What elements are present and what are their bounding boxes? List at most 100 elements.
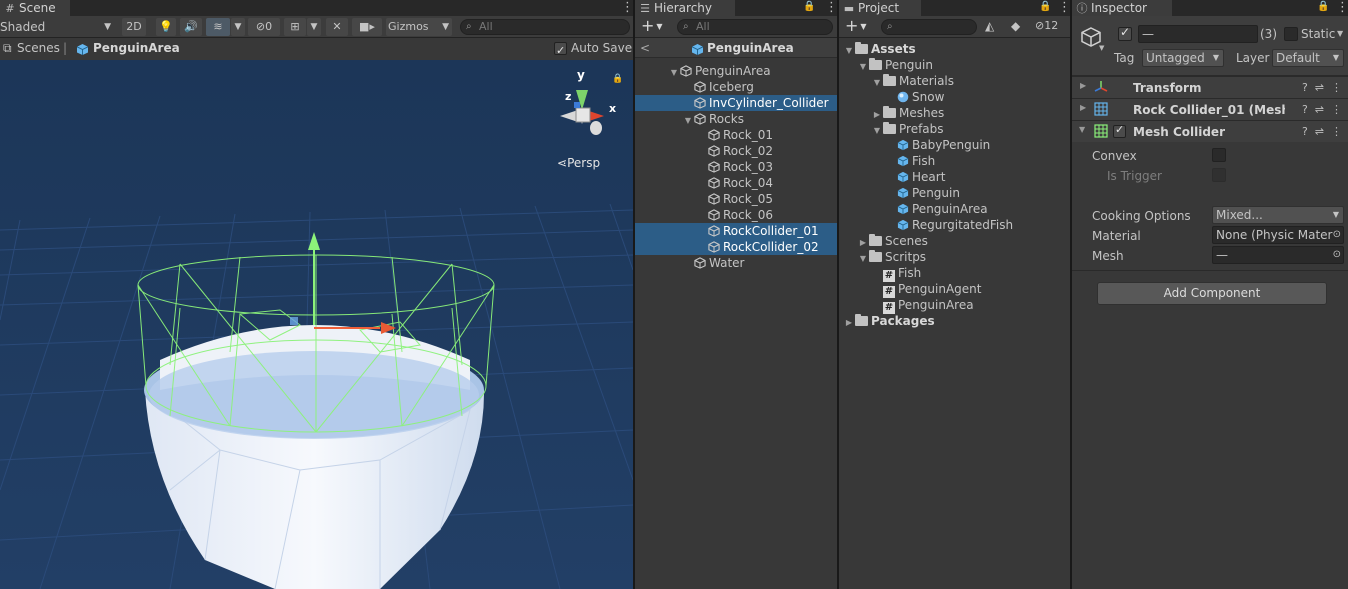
- component-mesh-collider[interactable]: ▼ ✓ Mesh Collider ? ⇌ ⋮: [1072, 120, 1348, 142]
- add-object-button[interactable]: + ▼: [641, 17, 663, 36]
- kebab-icon[interactable]: ⋮: [1331, 125, 1342, 138]
- back-arrow-icon[interactable]: <: [640, 38, 650, 58]
- tag-dropdown[interactable]: Untagged ▼: [1142, 49, 1224, 67]
- foldout-open-icon[interactable]: ▼: [857, 251, 869, 267]
- presets-icon[interactable]: ⇌: [1315, 125, 1324, 138]
- breadcrumb-current[interactable]: PenguinArea: [93, 38, 180, 59]
- cooking-options-dropdown[interactable]: Mixed... ▼: [1212, 206, 1344, 224]
- toggle-2d-button[interactable]: 2D: [122, 18, 146, 36]
- create-asset-button[interactable]: + ▼: [845, 17, 867, 36]
- project-item[interactable]: ▼ Prefabs: [871, 121, 944, 137]
- lock-icon[interactable]: 🔒: [803, 1, 815, 12]
- camera-icon[interactable]: ■▸: [352, 18, 382, 36]
- hidden-packages-toggle[interactable]: ⊘12: [1035, 19, 1058, 32]
- tab-inspector[interactable]: ⓘ Inspector: [1072, 0, 1172, 16]
- lock-icon[interactable]: 🔒: [612, 74, 623, 84]
- convex-checkbox[interactable]: [1212, 148, 1226, 162]
- project-item[interactable]: Fish: [885, 153, 935, 169]
- audio-toggle-icon[interactable]: 🔊: [180, 18, 202, 36]
- project-item[interactable]: ▼ Penguin: [857, 57, 933, 73]
- project-item[interactable]: ▼ Materials: [871, 73, 954, 89]
- hierarchy-item[interactable]: Rock_03: [696, 159, 773, 175]
- shading-mode-dropdown[interactable]: Shaded ▼: [0, 18, 116, 36]
- foldout-open-icon[interactable]: ▼: [857, 59, 869, 75]
- foldout-open-icon[interactable]: ▼: [668, 65, 680, 81]
- project-item[interactable]: ▼ Scritps: [857, 249, 926, 265]
- project-item[interactable]: Heart: [885, 169, 945, 185]
- project-search-input[interactable]: ⌕: [881, 19, 977, 35]
- help-icon[interactable]: ?: [1302, 81, 1308, 94]
- hierarchy-item[interactable]: Iceberg: [682, 79, 754, 95]
- tab-scene[interactable]: # Scene: [0, 0, 70, 16]
- hierarchy-item[interactable]: Rock_05: [696, 191, 773, 207]
- hierarchy-item[interactable]: Rock_02: [696, 143, 773, 159]
- hierarchy-item[interactable]: RockCollider_02: [696, 239, 819, 255]
- hierarchy-menu-icon[interactable]: ⋮: [825, 0, 837, 16]
- effects-toggle-icon[interactable]: ≋: [206, 18, 230, 36]
- lock-icon[interactable]: 🔒: [1317, 1, 1329, 12]
- project-item[interactable]: ▶ Packages: [843, 313, 935, 329]
- help-icon[interactable]: ?: [1302, 103, 1308, 116]
- grid-toggle-icon[interactable]: ⊞: [284, 18, 306, 36]
- scene-menu-icon[interactable]: ⋮: [621, 0, 633, 16]
- lighting-toggle-icon[interactable]: 💡: [156, 18, 176, 36]
- autosave-checkbox[interactable]: ✓: [554, 42, 567, 57]
- project-menu-icon[interactable]: ⋮: [1058, 0, 1070, 16]
- lock-icon[interactable]: 🔒: [1039, 1, 1051, 12]
- persp-toggle[interactable]: ⋖Persp: [557, 156, 600, 170]
- presets-icon[interactable]: ⇌: [1315, 81, 1324, 94]
- tools-icon[interactable]: ✕: [326, 18, 348, 36]
- active-checkbox[interactable]: ✓: [1118, 25, 1132, 41]
- hierarchy-item[interactable]: Rock_01: [696, 127, 773, 143]
- tab-project[interactable]: ▬ Project: [839, 0, 921, 16]
- project-item[interactable]: Penguin: [885, 185, 960, 201]
- hierarchy-item[interactable]: Rock_06: [696, 207, 773, 223]
- scene-viewport[interactable]: y z x 🔒 ⋖Persp: [0, 60, 633, 589]
- hierarchy-item[interactable]: ▼ PenguinArea: [668, 63, 771, 79]
- project-item[interactable]: ▶ Meshes: [871, 105, 944, 121]
- static-checkbox[interactable]: [1284, 27, 1298, 41]
- object-name-field[interactable]: —: [1138, 25, 1258, 43]
- hierarchy-item[interactable]: Rock_04: [696, 175, 773, 191]
- hierarchy-item[interactable]: Water: [682, 255, 744, 271]
- hierarchy-item[interactable]: InvCylinder_Collider: [682, 95, 829, 111]
- foldout-open-icon[interactable]: ▼: [871, 123, 883, 139]
- layer-dropdown[interactable]: Default ▼: [1272, 49, 1344, 67]
- foldout-closed-icon[interactable]: ▶: [843, 315, 855, 331]
- kebab-icon[interactable]: ⋮: [1331, 103, 1342, 116]
- grid-dropdown-icon[interactable]: ▼: [307, 18, 321, 36]
- presets-icon[interactable]: ⇌: [1315, 103, 1324, 116]
- foldout-open-icon[interactable]: ▼: [871, 75, 883, 91]
- gizmos-dropdown[interactable]: Gizmos ▼: [386, 18, 452, 36]
- object-picker-icon[interactable]: ⊙: [1332, 227, 1341, 243]
- project-item[interactable]: RegurgitatedFish: [885, 217, 1013, 233]
- project-item[interactable]: PenguinArea: [885, 201, 988, 217]
- kebab-icon[interactable]: ⋮: [1331, 81, 1342, 94]
- chevron-down-icon[interactable]: ▼: [1099, 44, 1104, 52]
- chevron-down-icon[interactable]: ▼: [1337, 29, 1343, 38]
- add-component-button[interactable]: Add Component: [1097, 282, 1327, 305]
- mesh-field[interactable]: — ⊙: [1212, 246, 1344, 264]
- project-item[interactable]: # PenguinArea: [871, 297, 974, 314]
- hierarchy-item[interactable]: ▼ Rocks: [682, 111, 744, 127]
- effects-dropdown-icon[interactable]: ▼: [231, 18, 245, 36]
- project-item[interactable]: BabyPenguin: [885, 137, 990, 153]
- foldout-open-icon[interactable]: ▼: [682, 113, 694, 129]
- orientation-gizmo[interactable]: y z x: [548, 66, 620, 146]
- foldout-open-icon[interactable]: ▼: [843, 43, 855, 59]
- tab-hierarchy[interactable]: ☰ Hierarchy: [635, 0, 735, 16]
- inspector-menu-icon[interactable]: ⋮: [1336, 0, 1348, 16]
- hierarchy-search-input[interactable]: ⌕ All: [677, 19, 833, 35]
- project-item[interactable]: # Fish: [871, 265, 921, 282]
- help-icon[interactable]: ?: [1302, 125, 1308, 138]
- project-item[interactable]: # PenguinAgent: [871, 281, 981, 298]
- object-picker-icon[interactable]: ⊙: [1333, 247, 1341, 263]
- component-transform[interactable]: ▶ Transform ? ⇌ ⋮: [1072, 76, 1348, 98]
- breadcrumb-scenes[interactable]: Scenes: [17, 38, 60, 59]
- hierarchy-item[interactable]: RockCollider_01: [696, 223, 819, 239]
- project-item[interactable]: Snow: [885, 89, 944, 105]
- component-mesh-filter[interactable]: ▶ Rock Collider_01 (Mesh Fil ? ⇌ ⋮: [1072, 98, 1348, 120]
- visibility-toggle-icon[interactable]: ⊘0: [248, 18, 280, 36]
- material-field[interactable]: None (Physic Mater ⊙: [1212, 226, 1344, 244]
- filter-by-label-icon[interactable]: ◆: [1011, 19, 1020, 33]
